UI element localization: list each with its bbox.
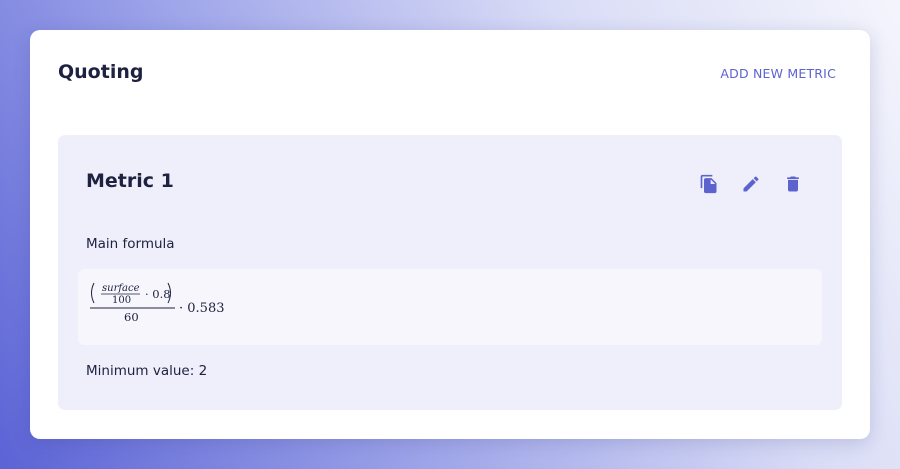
metric-actions	[698, 173, 804, 195]
delete-icon-graphic	[787, 176, 799, 192]
formula-outer-denominator: 60	[124, 310, 139, 324]
minimum-value: Minimum value: 2	[86, 363, 208, 379]
formula-inner-denominator: 100	[112, 295, 131, 306]
copy-icon[interactable]	[698, 173, 720, 195]
card-title: Quoting	[58, 61, 144, 83]
formula-display: surface 100 · 0.8 60 · 0.583	[78, 269, 822, 345]
formula-label: Main formula	[86, 236, 175, 252]
metric-panel: Metric 1 Main formula surface 100 · 0.8 …	[58, 135, 842, 410]
formula-inner-factor: · 0.8	[145, 287, 171, 301]
quoting-card: Quoting ADD NEW METRIC Metric 1 Main for…	[30, 30, 870, 439]
delete-icon[interactable]	[782, 173, 804, 195]
formula-render: surface 100 · 0.8 60 · 0.583	[90, 282, 224, 324]
edit-icon[interactable]	[740, 173, 762, 195]
formula-variable: surface	[102, 283, 140, 294]
metric-name: Metric 1	[86, 170, 174, 192]
add-new-metric-button[interactable]: ADD NEW METRIC	[720, 66, 836, 81]
copy-icon-graphic	[700, 174, 717, 194]
formula-outer-factor: · 0.583	[179, 301, 224, 316]
edit-icon-graphic	[743, 176, 759, 192]
